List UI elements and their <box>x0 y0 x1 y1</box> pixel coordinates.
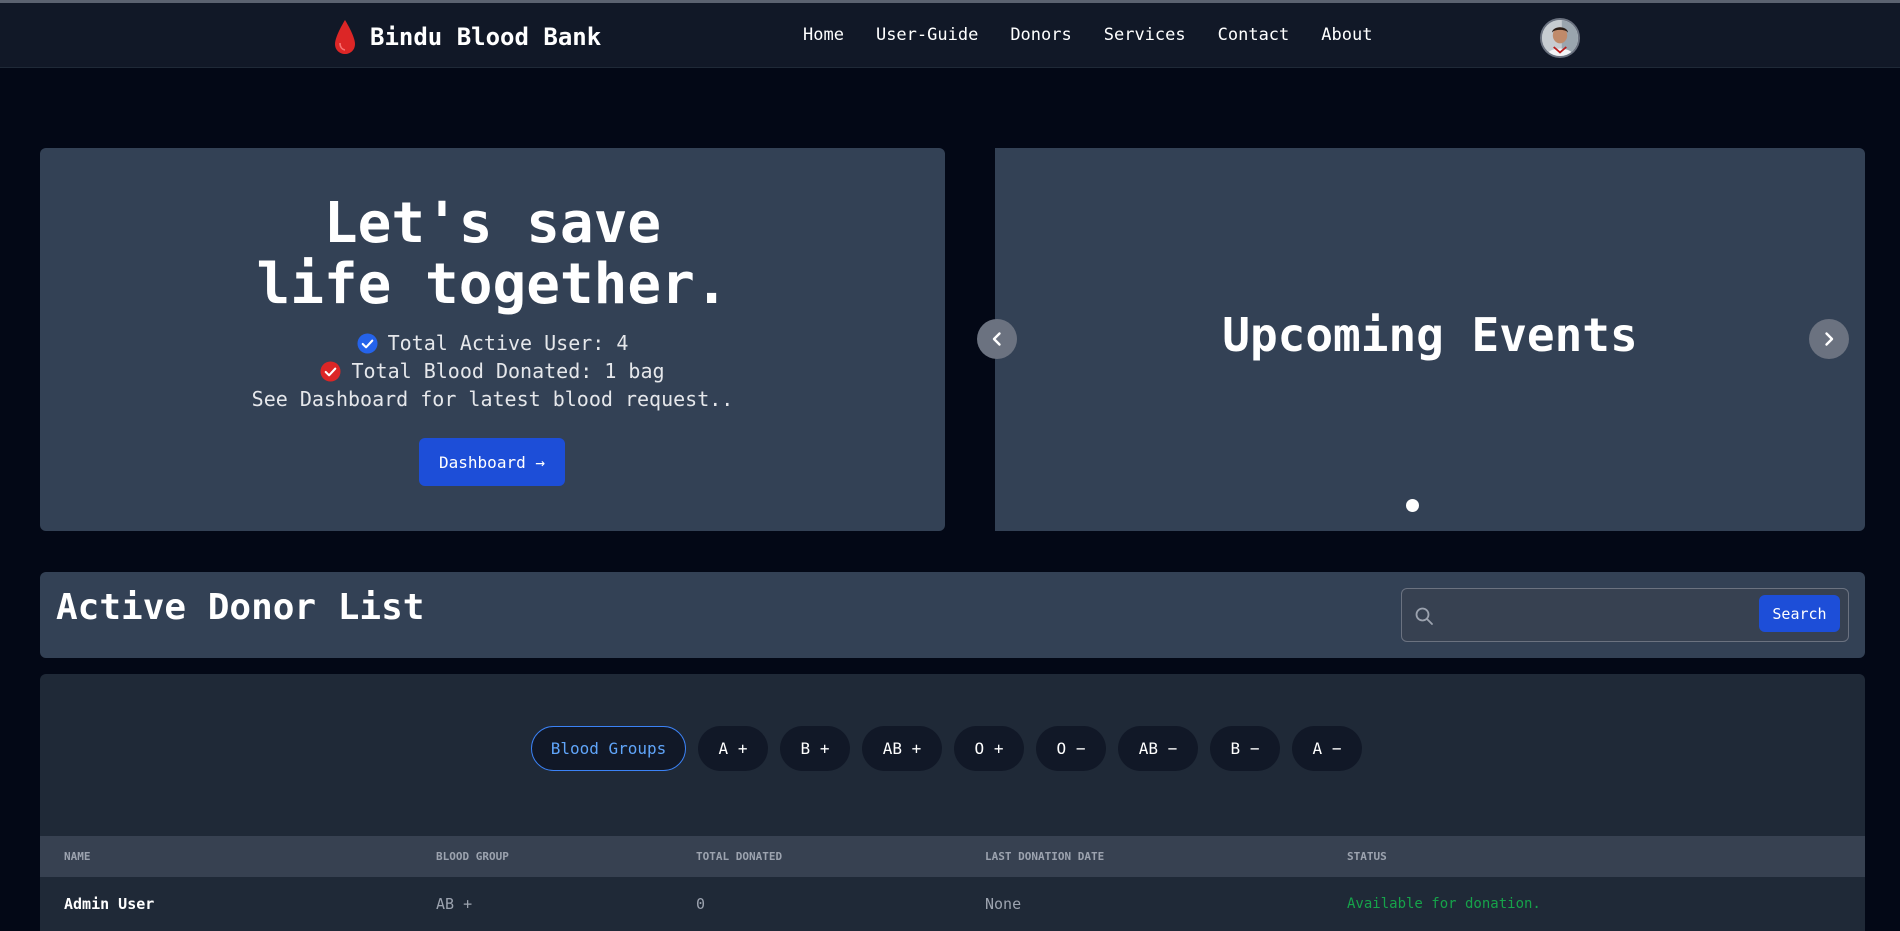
navbar: Bindu Blood Bank Home User-Guide Donors … <box>0 3 1900 68</box>
donor-status: Available for donation. <box>1347 896 1541 912</box>
blood-group-filter-all[interactable]: Blood Groups <box>531 726 686 771</box>
active-user-stat: Total Active User: 4 <box>40 331 945 355</box>
column-header-status[interactable]: STATUS <box>1347 836 1387 876</box>
donor-table-header: NAME BLOOD GROUP TOTAL DONATED LAST DONA… <box>40 836 1865 876</box>
blood-drop-icon <box>335 20 355 54</box>
blood-donated-stat: Total Blood Donated: 1 bag <box>40 359 945 383</box>
search-input[interactable] <box>1442 597 1742 633</box>
search-button[interactable]: Search <box>1759 595 1840 632</box>
blood-group-filters: Blood Groups A + B + AB + O + O − AB − B… <box>531 726 1374 771</box>
chevron-left-icon <box>992 332 1001 346</box>
blood-group-filter-b-neg[interactable]: B − <box>1210 726 1280 771</box>
dashboard-button[interactable]: Dashboard → <box>419 438 565 486</box>
nav-link-contact[interactable]: Contact <box>1218 25 1290 45</box>
chevron-right-icon <box>1825 332 1834 346</box>
donor-total-donated: 0 <box>696 895 706 913</box>
blood-group-filter-a-pos[interactable]: A + <box>698 726 768 771</box>
nav-link-donors[interactable]: Donors <box>1010 25 1071 45</box>
blood-group-filter-o-pos[interactable]: O + <box>954 726 1024 771</box>
donor-name: Admin User <box>64 895 155 913</box>
table-row[interactable]: Admin User AB + 0 None Available for don… <box>40 876 1865 931</box>
carousel-next-button[interactable] <box>1809 319 1849 359</box>
donor-list-panel: Blood Groups A + B + AB + O + O − AB − B… <box>40 674 1865 931</box>
carousel-indicator[interactable] <box>1406 499 1419 512</box>
column-header-blood-group[interactable]: BLOOD GROUP <box>436 836 509 876</box>
check-circle-icon <box>357 332 378 354</box>
dashboard-note: See Dashboard for latest blood request.. <box>251 387 734 411</box>
nav-links: Home User-Guide Donors Services Contact … <box>803 25 1404 45</box>
column-header-name[interactable]: NAME <box>64 836 91 876</box>
blood-group-filter-a-neg[interactable]: A − <box>1292 726 1362 771</box>
blood-group-filter-ab-pos[interactable]: AB + <box>862 726 942 771</box>
blood-donated-text: Total Blood Donated: 1 bag <box>351 359 665 383</box>
nav-link-user-guide[interactable]: User-Guide <box>876 25 978 45</box>
hero-title: Let's save life together. <box>40 193 945 315</box>
check-circle-icon <box>320 360 341 382</box>
hero-title-line-2: life together. <box>256 252 729 317</box>
nav-link-about[interactable]: About <box>1321 25 1372 45</box>
blood-group-filter-ab-neg[interactable]: AB − <box>1118 726 1198 771</box>
blood-group-filter-o-neg[interactable]: O − <box>1036 726 1106 771</box>
hero-title-line-1: Let's save <box>323 191 662 256</box>
nav-link-services[interactable]: Services <box>1104 25 1186 45</box>
search-box: Search <box>1401 588 1849 642</box>
carousel-prev-button[interactable] <box>977 319 1017 359</box>
donor-blood-group: AB + <box>436 895 473 913</box>
search-icon <box>1415 607 1433 625</box>
user-photo-icon <box>1542 20 1578 56</box>
active-user-text: Total Active User: 4 <box>387 331 629 355</box>
column-header-last-donation-date[interactable]: LAST DONATION DATE <box>985 836 1104 876</box>
brand-name: Bindu Blood Bank <box>370 23 602 51</box>
user-avatar[interactable] <box>1540 18 1580 58</box>
hero-panel: Let's save life together. Total Active U… <box>40 148 945 531</box>
events-carousel: Upcoming Events <box>995 148 1865 531</box>
column-header-total-donated[interactable]: TOTAL DONATED <box>696 836 782 876</box>
blood-group-filter-b-pos[interactable]: B + <box>780 726 850 771</box>
events-title: Upcoming Events <box>1222 308 1638 362</box>
donor-list-header: Active Donor List Search <box>40 572 1865 658</box>
donor-last-donation-date: None <box>985 895 1022 913</box>
donor-list-title: Active Donor List <box>56 587 425 628</box>
brand-logo-link[interactable]: Bindu Blood Bank <box>334 19 601 55</box>
nav-link-home[interactable]: Home <box>803 25 844 45</box>
